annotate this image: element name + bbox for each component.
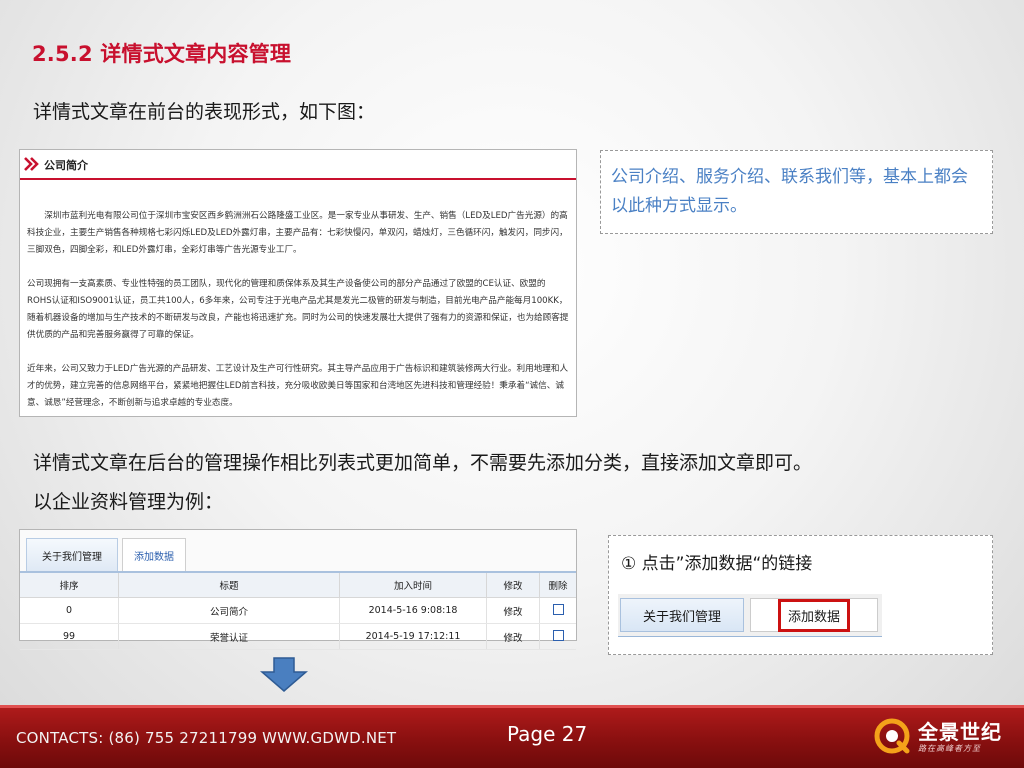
delete-checkbox[interactable] xyxy=(552,603,564,615)
footer-bar: CONTACTS: (86) 755 27211799 WWW.GDWD.NET… xyxy=(0,705,1024,768)
article-paragraph: 近年来，公司又致力于LED广告光源的产品研发、工艺设计及生产可行性研究。其主导产… xyxy=(27,364,569,408)
note2-text: ① 点击”添加数据“的链接 xyxy=(621,554,813,574)
admin-table: 排序 标题 加入时间 修改 删除 0 公司简介 2014-5-16 9:08:1… xyxy=(20,573,576,650)
note-click-add-data: ① 点击”添加数据“的链接 关于我们管理 添加数据 xyxy=(608,535,993,655)
zoomed-tab-add-data[interactable]: 添加数据 xyxy=(750,598,878,632)
admin-table-screenshot: 关于我们管理 添加数据 排序 标题 加入时间 修改 删除 0 公司简介 2014… xyxy=(19,529,577,650)
table-header-row: 排序 标题 加入时间 修改 删除 xyxy=(20,573,576,598)
col-delete: 删除 xyxy=(539,573,576,598)
slide-heading: 2.5.2 详情式文章内容管理 xyxy=(32,42,292,66)
row-order: 99 xyxy=(20,623,119,650)
col-time: 加入时间 xyxy=(339,573,487,598)
edit-link[interactable]: 修改 xyxy=(486,623,540,650)
row-title: 公司简介 xyxy=(118,597,340,624)
row-order: 0 xyxy=(20,597,119,624)
backend-text: 详情式文章在后台的管理操作相比列表式更加简单，不需要先添加分类，直接添加文章即可… xyxy=(33,452,813,474)
double-chevron-icon xyxy=(24,157,39,171)
table-row: 99 荣誉认证 2014-5-19 17:12:11 修改 xyxy=(20,623,576,650)
tab-about-management[interactable]: 关于我们管理 xyxy=(26,538,118,571)
zoomed-tabs: 关于我们管理 添加数据 xyxy=(618,594,882,637)
intro-text: 详情式文章在前台的表现形式，如下图： xyxy=(33,101,376,123)
article-body: 深圳市蓝利光电有限公司位于深圳市宝安区西乡鹤洲洲石公路隆盛工业区。是一家专业从事… xyxy=(20,180,576,412)
note-display-mode: 公司介绍、服务介绍、联系我们等，基本上都会以此种方式显示。 xyxy=(600,150,993,234)
col-edit: 修改 xyxy=(486,573,540,598)
row-time: 2014-5-16 9:08:18 xyxy=(339,597,487,624)
table-row: 0 公司简介 2014-5-16 9:08:18 修改 xyxy=(20,597,576,624)
tab-add-data[interactable]: 添加数据 xyxy=(122,538,186,571)
delete-checkbox[interactable] xyxy=(552,629,564,641)
down-arrow-icon xyxy=(260,657,308,692)
brand-name: 全景世纪 xyxy=(918,720,1002,744)
company-logo-icon xyxy=(874,718,910,754)
article-header: 公司简介 xyxy=(20,150,576,180)
row-time: 2014-5-19 17:12:11 xyxy=(339,623,487,650)
zoomed-tab-about-management[interactable]: 关于我们管理 xyxy=(620,598,744,632)
contacts-text: CONTACTS: (86) 755 27211799 WWW.GDWD.NET xyxy=(16,729,397,747)
col-title: 标题 xyxy=(118,573,340,598)
row-title: 荣誉认证 xyxy=(118,623,340,650)
brand-slogan: 路在高峰者方至 xyxy=(918,744,981,753)
highlighted-add-data-label: 添加数据 xyxy=(777,598,850,632)
article-title: 公司简介 xyxy=(44,159,88,172)
page-number: Page 27 xyxy=(507,722,588,746)
article-paragraph: 公司现拥有一支高素质、专业性特强的员工团队，现代化的管理和质保体系及其生产设备使… xyxy=(27,279,569,340)
example-text: 以企业资料管理为例： xyxy=(33,491,224,513)
article-screenshot: 公司简介 深圳市蓝利光电有限公司位于深圳市宝安区西乡鹤洲洲石公路隆盛工业区。是一… xyxy=(19,149,577,417)
edit-link[interactable]: 修改 xyxy=(486,597,540,624)
admin-tabs: 关于我们管理 添加数据 xyxy=(20,530,576,573)
article-paragraph: 深圳市蓝利光电有限公司位于深圳市宝安区西乡鹤洲洲石公路隆盛工业区。是一家专业从事… xyxy=(27,211,568,255)
footer-divider xyxy=(0,705,1024,708)
col-order: 排序 xyxy=(20,573,119,598)
